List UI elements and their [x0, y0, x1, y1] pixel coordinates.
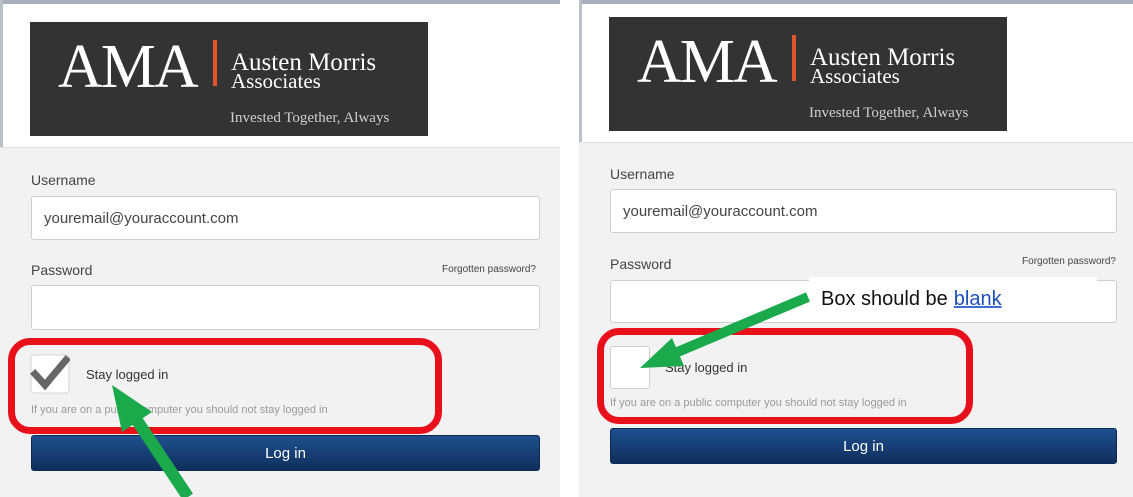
logo-accent-bar [792, 35, 796, 81]
company-logo: AMA Austen Morris Associates Invested To… [30, 22, 428, 136]
company-logo: AMA Austen Morris Associates Invested To… [609, 17, 1007, 131]
login-button[interactable]: Log in [610, 428, 1117, 464]
forgot-password-link[interactable]: Forgotten password? [442, 264, 536, 275]
forgot-password-link[interactable]: Forgotten password? [1022, 256, 1116, 267]
logo-abbreviation: AMA [637, 28, 778, 96]
window-top-border [579, 0, 1133, 4]
password-input[interactable] [31, 285, 540, 330]
password-label: Password [31, 262, 93, 278]
callout-emphasis: blank [953, 287, 1002, 310]
login-screenshot-checked: AMA Austen Morris Associates Invested To… [0, 0, 560, 497]
logo-abbreviation: AMA [58, 33, 199, 101]
logo-tagline: Invested Together, Always [809, 105, 969, 121]
logo-tagline: Invested Together, Always [230, 110, 390, 126]
username-input[interactable]: youremail@youraccount.com [31, 196, 540, 240]
window-top-border [0, 0, 560, 4]
highlight-box [8, 338, 442, 434]
logo-name-line2: Associates [231, 69, 321, 93]
login-button[interactable]: Log in [31, 435, 540, 471]
highlight-box [597, 328, 973, 424]
logo-accent-bar [213, 40, 217, 86]
username-label: Username [610, 166, 675, 182]
annotation-callout: Box should be blank [809, 277, 1097, 321]
login-form: Username youremail@youraccount.com Passw… [0, 147, 560, 497]
callout-text: Box should be [821, 287, 948, 310]
username-input[interactable]: youremail@youraccount.com [610, 189, 1117, 233]
logo-name-line2: Associates [810, 64, 900, 88]
login-screenshot-unchecked: AMA Austen Morris Associates Invested To… [579, 0, 1133, 497]
username-label: Username [31, 172, 96, 188]
password-label: Password [610, 256, 672, 272]
